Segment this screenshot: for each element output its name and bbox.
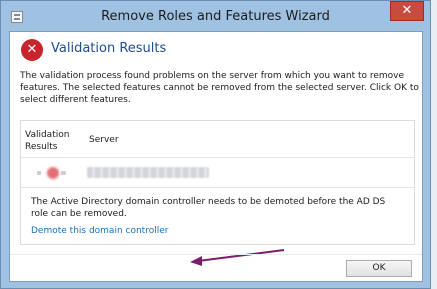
wizard-window: Remove Roles and Features Wizard ✕ ✕ Val…: [0, 0, 431, 289]
blurred-error-icon: [37, 166, 69, 180]
validation-results-table: Validation Results Server The Active Dir…: [20, 120, 415, 245]
ok-button[interactable]: OK: [346, 260, 412, 277]
footer-divider: [10, 254, 422, 255]
window-title: Remove Roles and Features Wizard: [101, 9, 330, 24]
close-button[interactable]: ✕: [390, 1, 424, 21]
annotation-arrow-icon: [190, 249, 285, 266]
dialog-content: ✕ Validation Results The validation proc…: [9, 31, 423, 282]
detail-message: The Active Directory domain controller n…: [31, 197, 386, 219]
detail-panel: The Active Directory domain controller n…: [21, 187, 414, 246]
title-bar[interactable]: Remove Roles and Features Wizard ✕: [1, 1, 430, 35]
header-divider: [21, 157, 414, 158]
error-icon: ✕: [21, 39, 43, 61]
validation-description: The validation process found problems on…: [20, 71, 419, 105]
background-window-edge: [431, 0, 437, 289]
close-icon: ✕: [401, 3, 413, 18]
column-header-server[interactable]: Server: [89, 135, 119, 145]
demote-domain-controller-link[interactable]: Demote this domain controller: [31, 226, 168, 236]
page-heading: Validation Results: [51, 41, 167, 56]
column-header-validation-results[interactable]: Validation Results: [25, 129, 81, 153]
server-name-redacted[interactable]: [87, 167, 209, 178]
